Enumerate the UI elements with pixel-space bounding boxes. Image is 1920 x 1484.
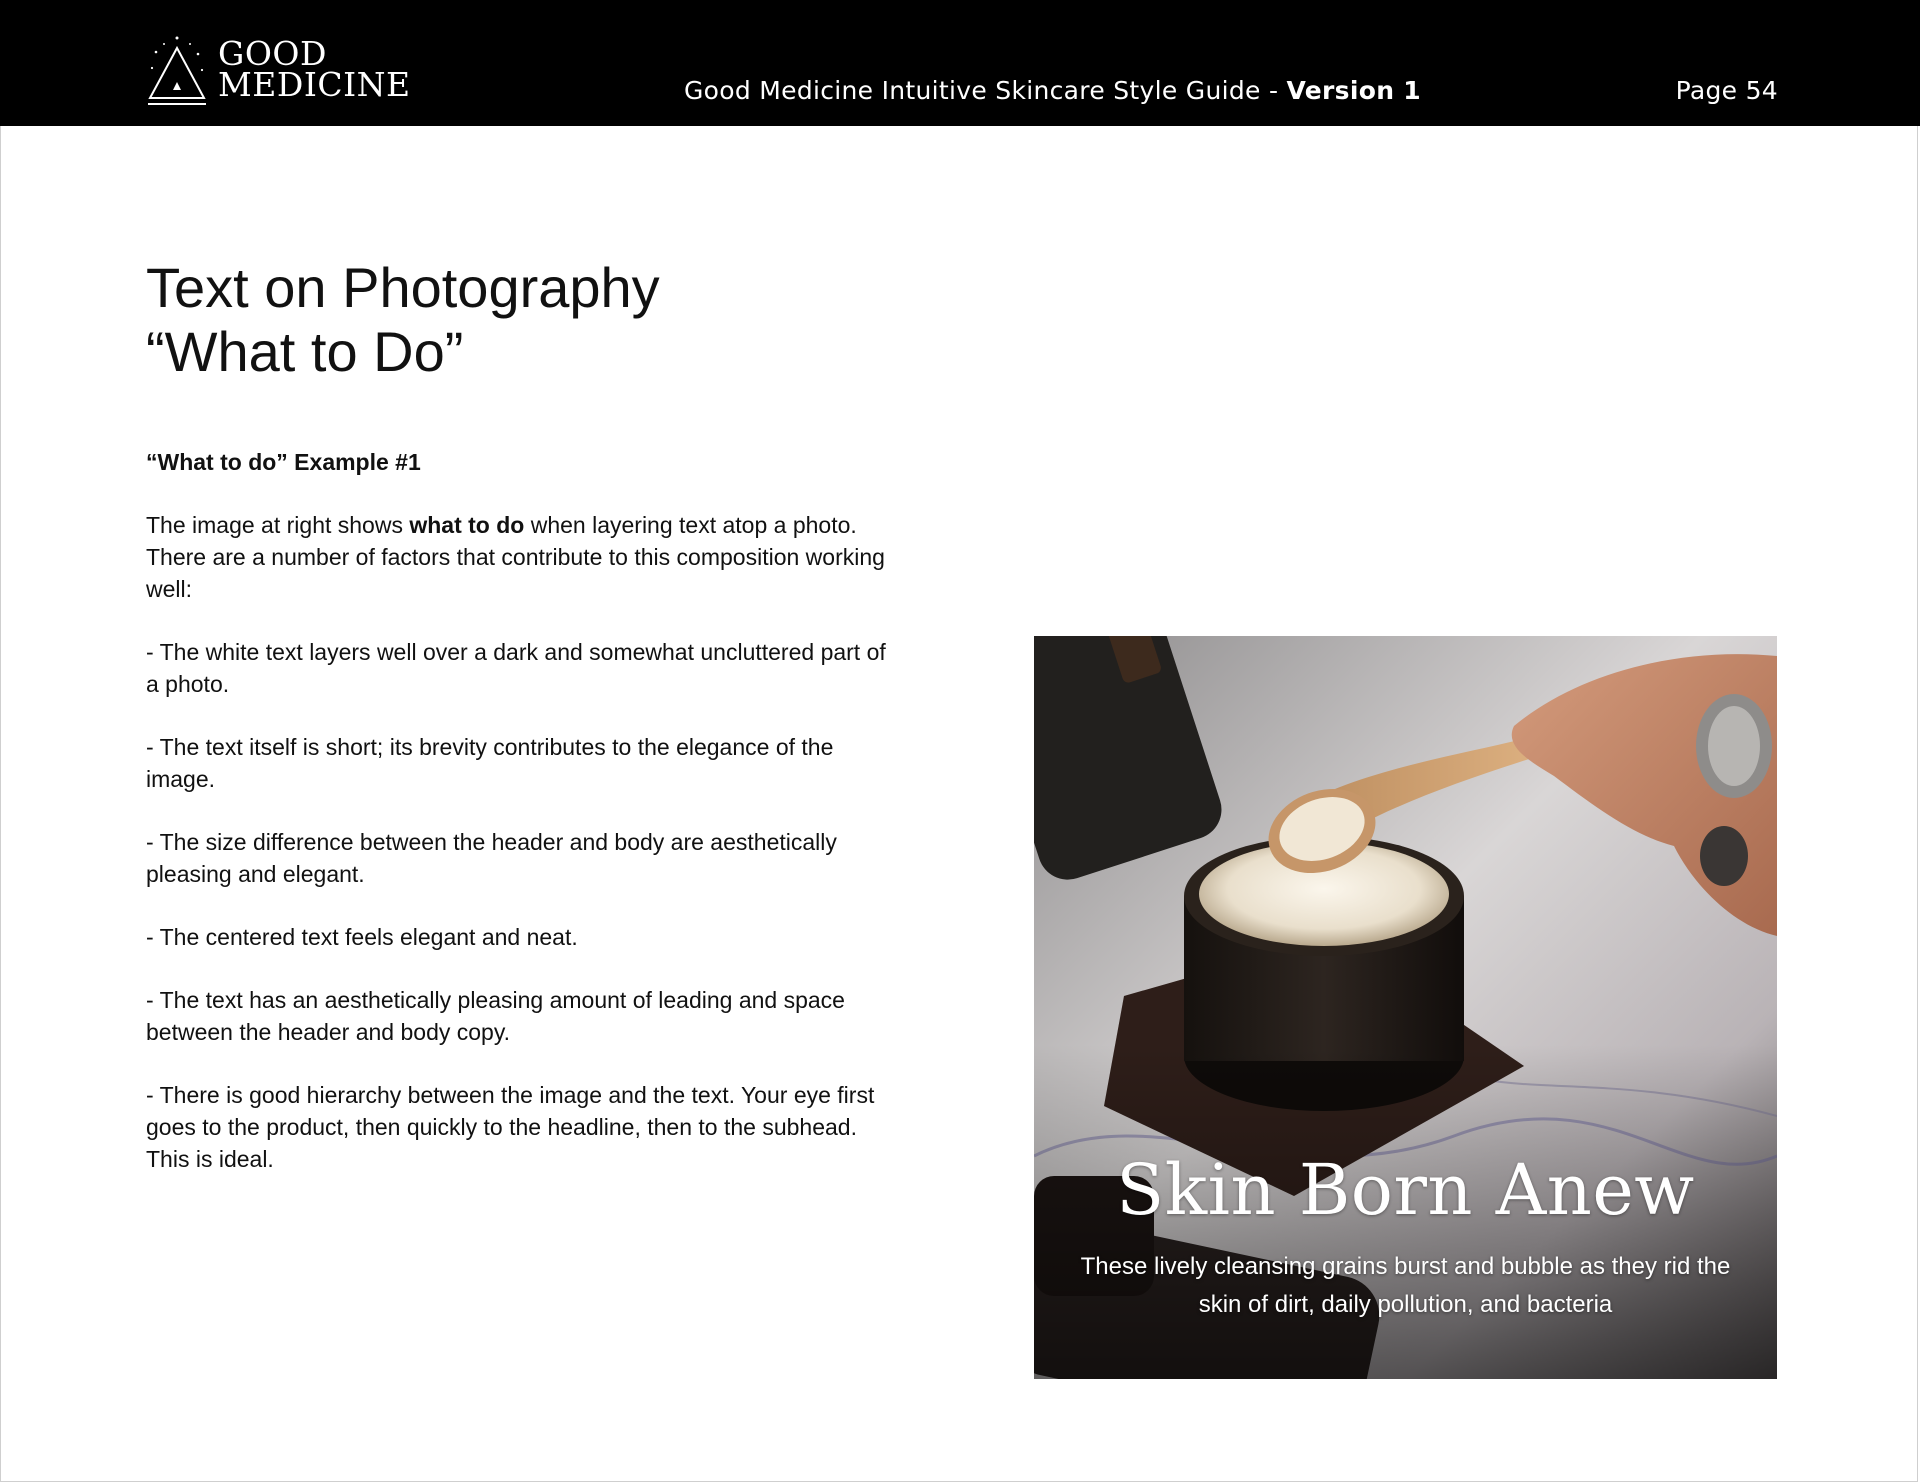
page-title-line2: “What to Do” — [146, 320, 464, 383]
intro-text-before: The image at right shows — [146, 512, 410, 538]
brand-logo: GOOD MEDICINE — [146, 34, 426, 106]
header-bar: GOOD MEDICINE Good Medicine Intuitive Sk… — [0, 0, 1920, 126]
photo-subhead: These lively cleansing grains burst and … — [1080, 1253, 1731, 1318]
point-item: - The text itself is short; its brevity … — [146, 734, 834, 792]
document-title: Good Medicine Intuitive Skincare Style G… — [684, 76, 1421, 105]
document-version: Version 1 — [1286, 76, 1422, 105]
photo-headline: Skin Born Anew — [1116, 1149, 1695, 1231]
point-item: - The white text layers well over a dark… — [146, 639, 886, 697]
brand-wordmark: GOOD MEDICINE — [218, 37, 411, 104]
page-title-line1: Text on Photography — [146, 256, 660, 319]
intro-text-bold: what to do — [409, 512, 525, 538]
point-item: - The centered text feels elegant and ne… — [146, 924, 578, 950]
example-photo: Skin Born Anew These lively cleansing gr… — [1034, 636, 1777, 1379]
intro-paragraph: The image at right shows what to do when… — [146, 509, 891, 605]
body-copy: “What to do” Example #1 The image at rig… — [146, 446, 891, 1206]
example-heading: “What to do” Example #1 — [146, 449, 421, 475]
page-number: Page 54 — [1675, 76, 1778, 105]
point-item: - The size difference between the header… — [146, 829, 837, 887]
document-title-main: Good Medicine Intuitive Skincare Style G… — [684, 76, 1287, 105]
point-item: - The text has an aesthetically pleasing… — [146, 987, 845, 1045]
triangle-sparkle-icon — [148, 36, 206, 105]
point-item: - There is good hierarchy between the im… — [146, 1082, 875, 1172]
page-title: Text on Photography “What to Do” — [146, 256, 660, 384]
brand-wordmark-line2: MEDICINE — [218, 65, 411, 104]
